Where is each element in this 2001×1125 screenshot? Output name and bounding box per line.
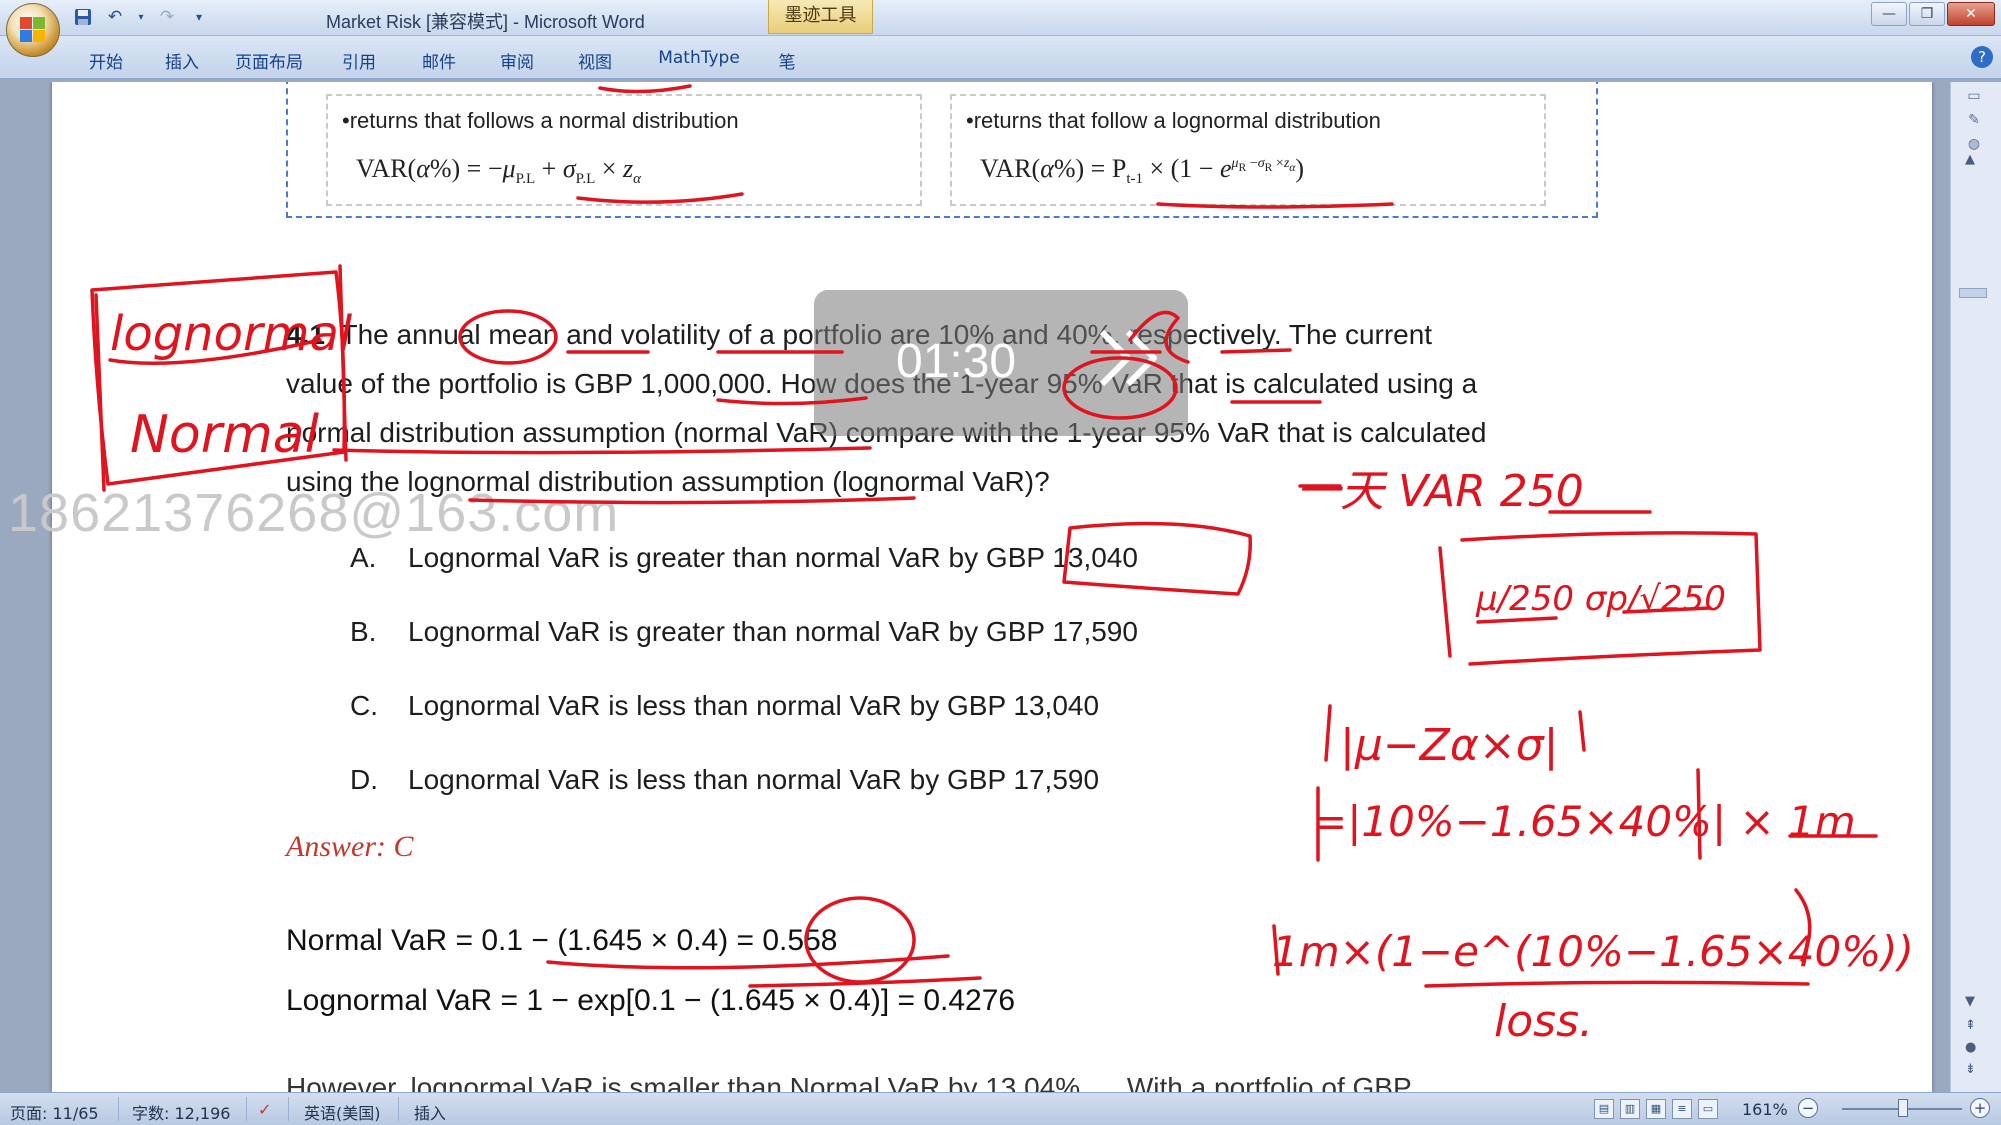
normal-var-equation: Normal VaR = 0.1 − (1.645 × 0.4) = 0.558 <box>286 924 838 957</box>
tab-references[interactable]: 引用 <box>318 44 400 77</box>
status-separator <box>288 1097 289 1121</box>
pen-icon[interactable]: ✎ <box>1961 112 1987 130</box>
tab-pen[interactable]: 笔 <box>764 44 810 77</box>
tab-page-layout[interactable]: 页面布局 <box>220 44 318 77</box>
status-bar: 页面: 11/65 字数: 12,196 ✓ 英语(美国) 插入 ▤ ▥ ▦ ≡… <box>0 1092 2001 1125</box>
close-button[interactable]: ✕ <box>1947 2 1995 26</box>
formula-text: VAR(α%) = Pt-1 × (1 − eμR −σR ×zα) <box>980 154 1305 188</box>
option-letter: A. <box>350 542 377 573</box>
lognormal-var-formula: VAR(α%) = Pt-1 × (1 − eμR −σR ×zα) <box>980 154 1304 188</box>
option-text: Lognormal VaR is less than normal VaR by… <box>408 764 1100 795</box>
option-letter: D. <box>350 764 378 795</box>
insert-mode[interactable]: 插入 <box>414 1100 446 1124</box>
status-separator <box>118 1097 119 1121</box>
status-separator <box>246 1097 247 1121</box>
lognormal-bullet-text: •returns that follow a lognormal distrib… <box>966 108 1381 133</box>
language[interactable]: 英语(美国) <box>304 1100 381 1124</box>
next-page-icon[interactable]: ⇟ <box>1965 1062 1976 1077</box>
minimize-button[interactable]: — <box>1871 2 1907 26</box>
tab-mailings[interactable]: 邮件 <box>400 44 478 77</box>
option-c: C. Lognormal VaR is less than normal VaR … <box>350 690 1099 722</box>
zoom-out-icon[interactable]: − <box>1798 1098 1818 1118</box>
option-letter: C. <box>350 690 378 721</box>
option-letter: B. <box>350 616 377 647</box>
normal-bullet-text: •returns that follows a normal distribut… <box>342 108 739 133</box>
ribbon-tabs: 开始 插入 页面布局 引用 邮件 审阅 视图 MathType 笔 <box>68 44 810 77</box>
tab-insert[interactable]: 插入 <box>144 44 220 77</box>
ink-tools-tab[interactable]: 墨迹工具 <box>768 0 873 34</box>
window-title: Market Risk [兼容模式] - Microsoft Word <box>326 12 645 32</box>
help-icon[interactable]: ? <box>1971 46 1993 68</box>
zoom-slider-thumb[interactable] <box>1898 1099 1908 1117</box>
customize-icon[interactable]: ▾ <box>188 6 210 28</box>
lognormal-var-equation: Lognormal VaR = 1 − exp[0.1 − (1.645 × 0… <box>286 984 1016 1017</box>
scroll-up-icon[interactable]: ▲ <box>1965 152 1975 167</box>
scroll-thumb[interactable] <box>1959 288 1987 298</box>
formula-box: •returns that follows a normal distribut… <box>286 82 1598 218</box>
ruler-toggle-icon[interactable]: ▭ <box>1961 88 1987 106</box>
option-text: Lognormal VaR is greater than normal VaR… <box>408 542 1138 573</box>
office-button[interactable] <box>6 3 60 57</box>
quick-access-toolbar: ↶ ▾ ↷ ▾ <box>72 6 210 28</box>
option-d: D. Lognormal VaR is less than normal VaR … <box>350 764 1099 796</box>
window-controls: — ❐ ✕ <box>1871 2 1995 26</box>
option-text: Lognormal VaR is less than normal VaR by… <box>408 690 1100 721</box>
document-area[interactable]: •returns that follows a normal distribut… <box>0 82 1950 1092</box>
title-bar: ↶ ▾ ↷ ▾ Market Risk [兼容模式] - Microsoft W… <box>0 0 2001 36</box>
undo-icon[interactable]: ↶ <box>104 6 126 28</box>
outline-icon[interactable]: ≡ <box>1672 1099 1692 1119</box>
watermark-text: 18621376268@163.com <box>8 483 620 543</box>
option-a: A. Lognormal VaR is greater than normal V… <box>350 542 1138 574</box>
scroll-down-icon[interactable]: ▼ <box>1965 994 1975 1009</box>
maximize-button[interactable]: ❐ <box>1909 2 1945 26</box>
tab-home[interactable]: 开始 <box>68 44 144 77</box>
normal-var-formula: VAR(α%) = −μP.L + σP.L × zα <box>356 154 641 188</box>
status-separator <box>398 1097 399 1121</box>
video-time: 01:30 <box>896 335 1017 388</box>
redo-icon[interactable]: ↷ <box>156 6 178 28</box>
zoom-level[interactable]: 161% <box>1742 1100 1788 1119</box>
ribbon: 开始 插入 页面布局 引用 邮件 审阅 视图 MathType 笔 ? <box>0 36 2001 80</box>
tab-review[interactable]: 审阅 <box>478 44 556 77</box>
draft-icon[interactable]: ▭ <box>1698 1099 1718 1119</box>
tab-view[interactable]: 视图 <box>556 44 634 77</box>
page-count[interactable]: 页面: 11/65 <box>10 1100 99 1124</box>
question-number: 4.1 <box>286 319 325 350</box>
cut-off-line: However, lognormal VaR is smaller than N… <box>286 1072 1412 1092</box>
option-b: B. Lognormal VaR is greater than normal V… <box>350 616 1138 648</box>
video-overlay[interactable]: 01:30 <box>814 290 1188 436</box>
select-browse-object-icon[interactable]: ● <box>1965 1040 1976 1055</box>
formula-cell-lognormal: •returns that follow a lognormal distrib… <box>950 94 1546 206</box>
formula-text: VAR(α%) = −μP.L + σP.L × zα <box>356 154 641 188</box>
undo-dropdown-icon[interactable]: ▾ <box>136 6 146 28</box>
zoom-in-icon[interactable]: + <box>1970 1098 1990 1118</box>
office-logo-icon <box>20 17 46 43</box>
formula-cell-normal: •returns that follows a normal distribut… <box>326 94 922 206</box>
save-icon[interactable] <box>72 6 94 28</box>
option-text: Lognormal VaR is greater than normal VaR… <box>408 616 1138 647</box>
vertical-scrollbar[interactable]: ▭ ✎ ◍ ▲ ▼ ⇞ ● ⇟ <box>1950 82 2001 1092</box>
tab-mathtype[interactable]: MathType <box>634 44 764 77</box>
proofing-icon[interactable]: ✓ <box>258 1100 271 1119</box>
full-screen-reading-icon[interactable]: ▥ <box>1620 1099 1640 1119</box>
web-layout-icon[interactable]: ▦ <box>1646 1099 1666 1119</box>
print-layout-icon[interactable]: ▤ <box>1594 1099 1614 1119</box>
answer-text: Answer: C <box>286 830 414 863</box>
fast-forward-icon[interactable] <box>1090 318 1170 398</box>
word-count[interactable]: 字数: 12,196 <box>132 1100 230 1124</box>
previous-page-icon[interactable]: ⇞ <box>1965 1018 1976 1033</box>
